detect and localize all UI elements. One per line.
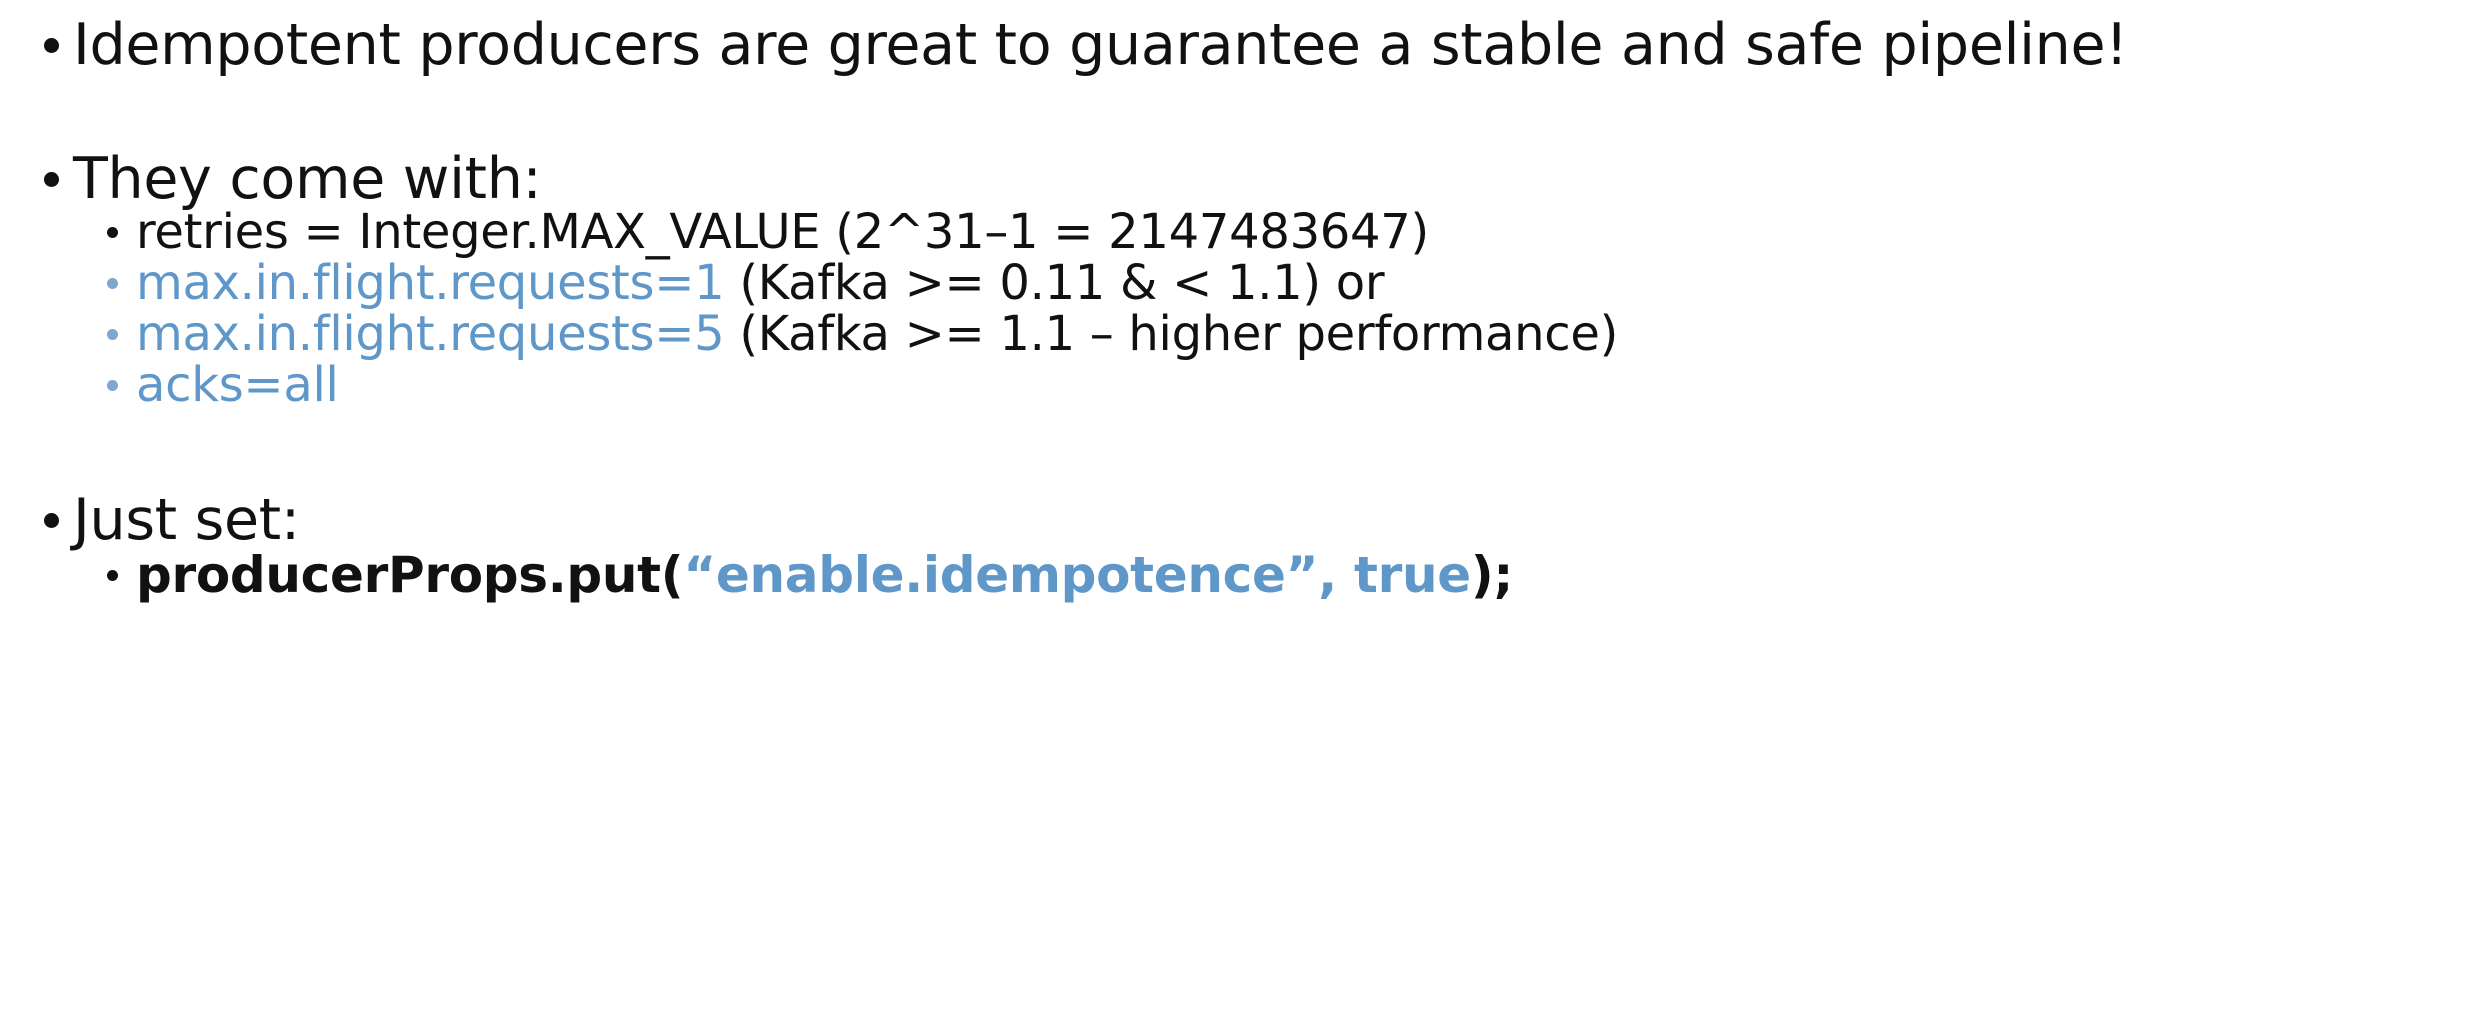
- sub-bullet-text: retries = Integer.MAX_VALUE (2^31–1 = 21…: [136, 204, 1429, 260]
- code-argument: “enable.idempotence”, true: [683, 546, 1471, 604]
- sub-bullet-text: max.in.flight.requests=1 (Kafka >= 0.11 …: [136, 255, 1385, 311]
- bullet-dot: [44, 512, 59, 528]
- bullet-text: Idempotent producers are great to guaran…: [73, 12, 2128, 78]
- bullet-dot: [44, 37, 59, 53]
- code-suffix: );: [1470, 546, 1514, 604]
- slide: Idempotent producers are great to guaran…: [0, 0, 2486, 1018]
- config-key: max.in.flight.requests=1: [136, 255, 725, 311]
- bullet-dot: [107, 226, 118, 238]
- bullet-text: They come with:: [73, 146, 542, 212]
- sub-bullet-retries: retries = Integer.MAX_VALUE (2^31–1 = 21…: [107, 204, 1429, 260]
- bullet-dot: [107, 379, 118, 391]
- config-note: (Kafka >= 1.1 – higher performance): [724, 306, 1619, 362]
- bullet-idempotent-producers: Idempotent producers are great to guaran…: [44, 10, 2128, 80]
- bullet-dot: [107, 277, 118, 289]
- code-prefix: producerProps.put(: [136, 546, 684, 604]
- sub-bullet-code: producerProps.put(“enable.idempotence”, …: [107, 545, 1513, 605]
- sub-bullet-acks-all: acks=all: [107, 357, 339, 413]
- code-snippet: producerProps.put(“enable.idempotence”, …: [136, 546, 1513, 604]
- sub-bullet-max-in-flight-1: max.in.flight.requests=1 (Kafka >= 0.11 …: [107, 255, 1385, 311]
- bullet-text: Just set:: [73, 487, 300, 553]
- config-key: acks=all: [136, 357, 339, 413]
- bullet-dot: [107, 328, 118, 340]
- config-key: max.in.flight.requests=5: [136, 306, 725, 362]
- bullet-dot: [107, 569, 118, 581]
- bullet-dot: [44, 171, 59, 187]
- config-note: (Kafka >= 0.11 & < 1.1) or: [724, 255, 1385, 311]
- sub-bullet-text: max.in.flight.requests=5 (Kafka >= 1.1 –…: [136, 306, 1618, 362]
- sub-bullet-max-in-flight-5: max.in.flight.requests=5 (Kafka >= 1.1 –…: [107, 306, 1618, 362]
